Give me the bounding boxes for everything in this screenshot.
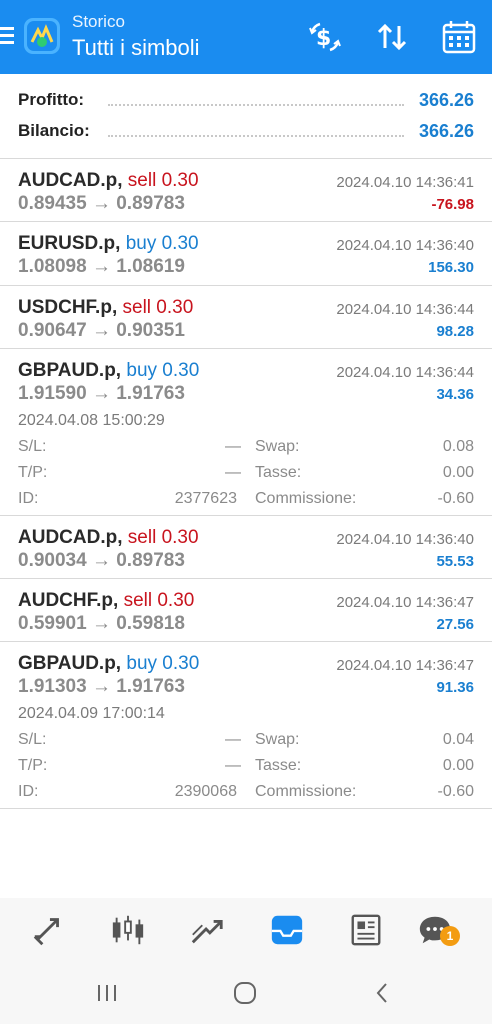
trade-icon[interactable]: [188, 912, 226, 948]
deal-row[interactable]: AUDCHF.p, sell 0.30 0.59901 → 0.59818 20…: [0, 578, 492, 641]
id-value: 2377623: [174, 490, 237, 507]
tax-label: Tasse:: [255, 757, 302, 774]
chat-badge: 1: [440, 926, 460, 946]
quotes-icon[interactable]: [30, 912, 68, 948]
swap-value: 0.04: [442, 731, 474, 748]
deal-symbol: AUDCAD.p,: [18, 170, 123, 191]
deal-time: 2024.04.10 14:36:44: [336, 364, 474, 381]
tax-value: 0.00: [442, 757, 474, 774]
commission-value: -0.60: [437, 783, 474, 800]
recent-apps-icon[interactable]: [92, 978, 122, 1008]
profit-label: Profitto:: [18, 90, 85, 109]
balance-label: Bilancio:: [18, 121, 90, 140]
sl-value: —: [225, 438, 241, 455]
deal-time: 2024.04.10 14:36:47: [336, 594, 474, 611]
profit-value: 366.26: [418, 90, 474, 110]
dollar-exchange-icon[interactable]: $: [306, 18, 344, 56]
top-app-bar: Storico Tutti i simboli $: [0, 0, 492, 74]
sl-label: S/L:: [18, 731, 47, 748]
summary-panel: Profitto: 366.26 Bilancio: 366.26: [0, 74, 492, 158]
deal-symbol: USDCHF.p,: [18, 297, 118, 318]
deal-profit: 91.36: [436, 679, 474, 696]
tp-label: T/P:: [18, 464, 48, 481]
deal-prices: 1.08098 → 1.08619: [18, 256, 185, 277]
chart-candles-icon[interactable]: [109, 912, 147, 948]
deal-profit: 55.53: [436, 553, 474, 570]
deal-profit: 34.36: [436, 386, 474, 403]
screen-title[interactable]: Tutti i simboli: [72, 35, 200, 61]
menu-icon[interactable]: [0, 27, 14, 45]
deal-side: buy 0.30: [126, 653, 200, 674]
system-navigation-bar: [0, 962, 492, 1024]
sl-label: S/L:: [18, 438, 47, 455]
tp-label: T/P:: [18, 757, 48, 774]
deal-time: 2024.04.10 14:36:44: [336, 301, 474, 318]
screen-subtitle: Storico: [72, 12, 125, 31]
deal-row[interactable]: AUDCAD.p, sell 0.30 0.90034 → 0.89783 20…: [0, 515, 492, 578]
dotted-leader: [108, 104, 404, 106]
deal-row[interactable]: USDCHF.p, sell 0.30 0.90647 → 0.90351 20…: [0, 285, 492, 348]
history-inbox-icon[interactable]: [268, 912, 306, 948]
deal-profit: 27.56: [436, 616, 474, 633]
deal-prices: 0.90647 → 0.90351: [18, 320, 185, 341]
svg-text:$: $: [316, 26, 331, 51]
deal-profit: -76.98: [431, 196, 474, 213]
tax-label: Tasse:: [255, 464, 302, 481]
deal-prices: 0.59901 → 0.59818: [18, 613, 185, 634]
commission-label: Commissione:: [255, 490, 357, 507]
deal-symbol: GBPAUD.p,: [18, 360, 122, 381]
deal-prices: 1.91590 → 1.91763: [18, 383, 185, 404]
calendar-icon[interactable]: [440, 18, 478, 56]
sort-icon[interactable]: [373, 18, 411, 56]
tp-value: —: [225, 464, 241, 481]
deal-row[interactable]: AUDCAD.p, sell 0.30 0.89435 → 0.89783 20…: [0, 158, 492, 221]
deal-side: sell 0.30: [127, 170, 199, 191]
swap-label: Swap:: [255, 438, 300, 455]
home-icon[interactable]: [230, 978, 260, 1008]
deal-side: sell 0.30: [123, 590, 195, 611]
back-icon[interactable]: [368, 978, 398, 1008]
deal-open-time: 2024.04.08 15:00:29: [18, 412, 165, 429]
deal-prices: 0.89435 → 0.89783: [18, 193, 185, 214]
deal-time: 2024.04.10 14:36:40: [336, 237, 474, 254]
deal-row-expanded[interactable]: GBPAUD.p, buy 0.30 1.91590 → 1.91763 202…: [0, 348, 492, 515]
deal-side: buy 0.30: [125, 233, 199, 254]
profit-row: Profitto: 366.26: [18, 90, 474, 114]
deal-time: 2024.04.10 14:36:41: [336, 174, 474, 191]
deal-open-time: 2024.04.09 17:00:14: [18, 705, 165, 722]
deal-row[interactable]: EURUSD.p, buy 0.30 1.08098 → 1.08619 202…: [0, 221, 492, 285]
deal-side: sell 0.30: [122, 297, 194, 318]
sl-value: —: [225, 731, 241, 748]
id-label: ID:: [18, 490, 39, 507]
app-logo-icon[interactable]: [22, 16, 62, 56]
id-value: 2390068: [174, 783, 237, 800]
deal-time: 2024.04.10 14:36:40: [336, 531, 474, 548]
divider: [0, 808, 492, 809]
commission-value: -0.60: [437, 490, 474, 507]
swap-label: Swap:: [255, 731, 300, 748]
deal-profit: 156.30: [428, 259, 474, 276]
deal-symbol: GBPAUD.p,: [18, 653, 122, 674]
commission-label: Commissione:: [255, 783, 357, 800]
deal-symbol: AUDCHF.p,: [18, 590, 119, 611]
deal-prices: 0.90034 → 0.89783: [18, 550, 185, 571]
deal-prices: 1.91303 → 1.91763: [18, 676, 185, 697]
balance-row: Bilancio: 366.26: [18, 121, 474, 145]
deal-symbol: AUDCAD.p,: [18, 527, 123, 548]
deal-row-expanded[interactable]: GBPAUD.p, buy 0.30 1.91303 → 1.91763 202…: [0, 641, 492, 808]
deal-symbol: EURUSD.p,: [18, 233, 121, 254]
dotted-leader: [108, 135, 404, 137]
balance-value: 366.26: [418, 121, 474, 141]
tax-value: 0.00: [442, 464, 474, 481]
deal-time: 2024.04.10 14:36:47: [336, 657, 474, 674]
tp-value: —: [225, 757, 241, 774]
bottom-navigation: [0, 898, 492, 962]
deal-side: buy 0.30: [126, 360, 200, 381]
id-label: ID:: [18, 783, 39, 800]
deal-profit: 98.28: [436, 323, 474, 340]
deal-side: sell 0.30: [127, 527, 199, 548]
news-icon[interactable]: [347, 912, 385, 948]
swap-value: 0.08: [442, 438, 474, 455]
